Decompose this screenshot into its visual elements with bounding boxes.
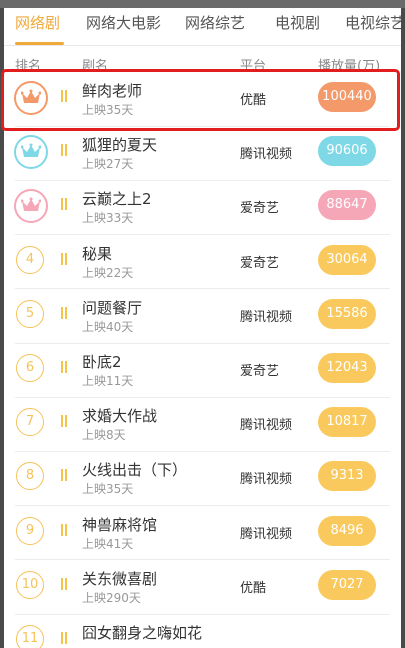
play-count-badge: 8496 [318, 515, 376, 546]
show-title: 云巅之上2 [82, 190, 152, 209]
rank-number: 5 [16, 299, 44, 328]
show-title: 神兽麻将馆 [82, 515, 158, 534]
ranking-row[interactable]: 云巅之上2 上映33天 爱奇艺 88647 [4, 180, 401, 234]
days-since-release: 上映41天 [82, 536, 134, 551]
tab-web-variety[interactable]: 网络综艺 [185, 13, 245, 33]
ranking-row[interactable]: 8 火线出击（下） 上映35天 腾讯视频 9313 [4, 451, 401, 505]
tab-web-movie[interactable]: 网络大电影 [86, 13, 161, 33]
days-since-release: 上映35天 [82, 482, 134, 497]
ranking-row[interactable]: 11 囧女翻身之嗨如花 [4, 614, 401, 648]
days-since-release: 上映290天 [82, 590, 141, 605]
crown-rank-icon [14, 81, 48, 115]
show-title: 狐狸的夏天 [82, 136, 158, 155]
rank-number: 6 [16, 354, 44, 382]
rank-number: 10 [16, 570, 44, 599]
show-title: 关东微喜剧 [82, 569, 158, 588]
platform-name: 腾讯视频 [240, 309, 293, 325]
ranking-card: 网络剧 网络大电影 网络综艺 电视剧 电视综艺 排名 剧名 平台 播放量(万) … [4, 8, 401, 648]
pause-icon [61, 90, 68, 102]
show-title: 秘果 [82, 244, 113, 263]
rank-number: 9 [16, 516, 44, 545]
category-tabs: 网络剧 网络大电影 网络综艺 电视剧 电视综艺 [4, 8, 401, 46]
play-count-badge: 88647 [318, 190, 376, 221]
platform-name: 腾讯视频 [240, 147, 293, 163]
table-header: 排名 剧名 平台 播放量(万) [4, 46, 401, 74]
rank-number: 11 [16, 625, 44, 648]
show-title: 求婚大作战 [82, 407, 158, 426]
platform-name: 腾讯视频 [240, 418, 293, 434]
ranking-row[interactable]: 狐狸的夏天上映27天 腾讯视频 90606 [4, 126, 401, 180]
pause-icon [61, 361, 68, 373]
tab-web-series[interactable]: 网络剧 [15, 13, 60, 33]
pause-icon [61, 469, 68, 482]
pause-icon [61, 306, 68, 319]
platform-name: 腾讯视频 [240, 526, 293, 542]
play-count-badge: 15586 [318, 298, 376, 329]
ranking-row[interactable]: 5 问题餐厅上映40天 腾讯视频 15586 [4, 289, 401, 343]
days-since-release: 上映8天 [82, 428, 126, 443]
ranking-row[interactable]: 9 神兽麻将馆上映41天 腾讯视频 8496 [4, 506, 401, 560]
days-since-release: 上映22天 [82, 265, 134, 280]
pause-icon [61, 415, 68, 428]
platform-name: 爱奇艺 [240, 364, 280, 379]
crown-rank-icon [14, 189, 48, 224]
play-count-badge: 100440 [318, 82, 376, 112]
pause-icon [61, 523, 68, 536]
show-title: 囧女翻身之嗨如花 [82, 624, 203, 642]
ranking-row[interactable]: 6 卧底2 上映11天 爱奇艺 12043 [4, 343, 401, 397]
crown-rank-icon [14, 135, 48, 170]
show-title: 火线出击（下） [82, 461, 188, 480]
play-count-badge: 9313 [318, 461, 376, 492]
ranking-row[interactable]: 鲜肉老师上映35天 优酷 100440 [4, 72, 401, 126]
days-since-release: 上映40天 [82, 319, 134, 334]
pause-icon [61, 198, 68, 211]
days-since-release: 上映11天 [82, 374, 134, 388]
play-count-badge: 30064 [318, 244, 376, 275]
tab-tv-variety[interactable]: 电视综艺 [345, 13, 401, 33]
rank-number: 7 [16, 408, 44, 437]
pause-icon [61, 144, 68, 157]
play-count-badge: 12043 [318, 353, 376, 383]
platform-name: 爱奇艺 [240, 201, 280, 217]
active-tab-indicator [15, 42, 64, 45]
rank-number: 8 [16, 462, 44, 491]
days-since-release: 上映27天 [82, 157, 134, 172]
days-since-release: 上映35天 [82, 103, 134, 117]
show-title: 鲜肉老师 [82, 82, 143, 100]
platform-name: 优酷 [240, 580, 267, 596]
ranking-row[interactable]: 10 关东微喜剧上映290天 优酷 7027 [4, 560, 401, 614]
pause-icon [61, 252, 68, 265]
platform-name: 爱奇艺 [240, 255, 280, 271]
ranking-row[interactable]: 4 秘果上映22天 爱奇艺 30064 [4, 235, 401, 289]
platform-name: 腾讯视频 [240, 472, 293, 488]
ranking-row[interactable]: 7 求婚大作战上映8天 腾讯视频 10817 [4, 397, 401, 451]
pause-icon [61, 577, 68, 590]
tab-tv-series[interactable]: 电视剧 [275, 13, 320, 33]
show-title: 问题餐厅 [82, 298, 143, 317]
play-count-badge: 7027 [318, 569, 376, 600]
platform-name: 优酷 [240, 93, 267, 108]
rank-number: 4 [16, 245, 44, 274]
pause-icon [61, 632, 68, 644]
show-title: 卧底2 [82, 353, 122, 371]
play-count-badge: 90606 [318, 136, 376, 167]
play-count-badge: 10817 [318, 407, 376, 438]
status-bar [0, 0, 405, 8]
days-since-release: 上映33天 [82, 211, 134, 226]
